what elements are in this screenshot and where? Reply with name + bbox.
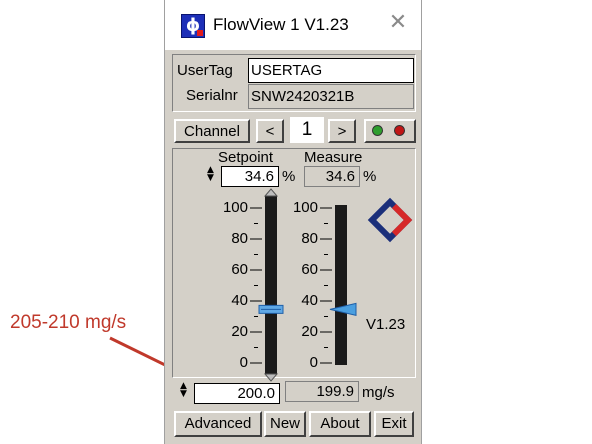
- brand-diamond-icon: [367, 197, 413, 243]
- about-button[interactable]: About: [309, 411, 371, 437]
- tick-marks: [250, 207, 332, 364]
- scales-graphic: [250, 188, 413, 382]
- flow-unit-label: mg/s: [362, 384, 395, 401]
- setpoint-slider-thumb[interactable]: [258, 304, 284, 314]
- exit-button[interactable]: Exit: [374, 411, 414, 437]
- brand-chevron-icon: [391, 203, 413, 237]
- setpoint-slider-track[interactable]: [265, 196, 277, 374]
- flow-setpoint-field[interactable]: 200.0: [194, 383, 280, 404]
- measure-bar-track: [335, 205, 347, 365]
- advanced-button[interactable]: Advanced: [174, 411, 262, 437]
- setpoint-slider-top-arrow-icon[interactable]: [263, 188, 279, 197]
- version-label: V1.23: [366, 316, 406, 333]
- flow-spin-icon[interactable]: ▲ ▼: [180, 382, 187, 399]
- setpoint-slider-bottom-arrow-icon[interactable]: [263, 373, 279, 382]
- brand-logo: [367, 197, 413, 243]
- new-button[interactable]: New: [264, 411, 306, 437]
- flow-measure-field: 199.9: [285, 381, 359, 402]
